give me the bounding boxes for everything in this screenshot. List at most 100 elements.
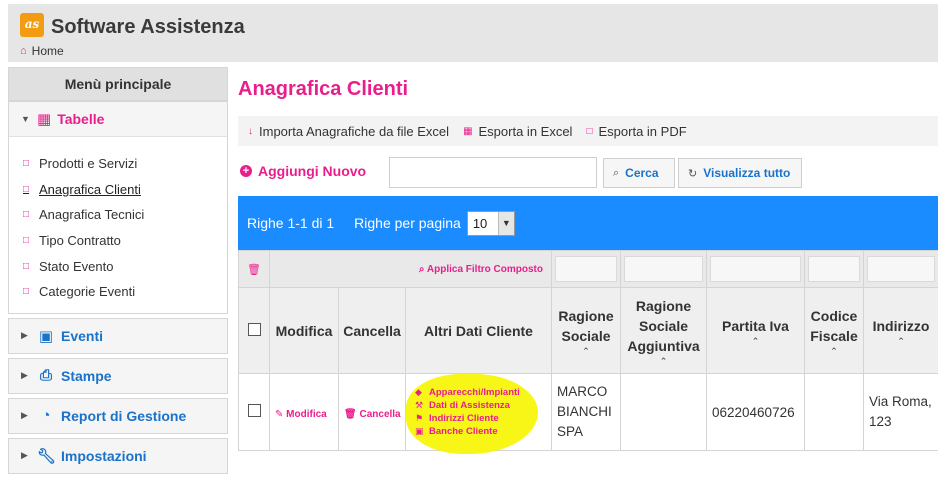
sidebar-group-stampe[interactable]: ▶ ⎙ Stampe — [8, 357, 228, 394]
sidebar-group-tabelle: ▼ ▦ Tabelle □ Prodotti e Servizi □ Anagraf… — [8, 101, 228, 314]
filter-ragione-sociale[interactable] — [555, 256, 617, 282]
delete-button[interactable]: 🗑︎ Cancella — [344, 409, 401, 420]
add-new-button[interactable]: + Aggiungi Nuovo — [240, 163, 366, 179]
link-label: Apparecchi/Impianti — [429, 387, 520, 398]
export-pdf-label: Esporta in PDF — [598, 123, 687, 139]
sidebar-group-eventi[interactable]: ▶ ▣ Eventi — [8, 317, 228, 354]
sort-icon: ⌃ — [751, 335, 760, 346]
filter-cell — [620, 250, 707, 288]
document-icon: □ — [23, 209, 30, 221]
document-icon: □ — [23, 260, 30, 272]
import-excel-link[interactable]: ↓ Importa Anagrafiche da file Excel — [248, 124, 449, 139]
edit-button[interactable]: ✎ Modifica — [275, 409, 327, 420]
sidebar-group-label: Stampe — [61, 367, 112, 384]
cell-partita-iva: 06220460726 — [706, 373, 805, 451]
sidebar-item-stato-evento[interactable]: □ Stato Evento — [23, 253, 227, 279]
filter-cell — [706, 250, 805, 288]
search-icon: ⌕ — [613, 166, 620, 179]
delete-label: Cancella — [359, 408, 401, 420]
edit-cell: ✎ Modifica — [269, 373, 339, 451]
filter-indirizzo[interactable] — [867, 256, 935, 282]
sidebar-title: Menù principale — [8, 67, 228, 101]
filter-partita-iva[interactable] — [710, 256, 801, 282]
trash-icon: 🗑︎ — [344, 408, 360, 420]
show-all-label: Visualizza tutto — [703, 166, 791, 180]
bank-icon: ▣ — [415, 426, 424, 436]
rows-per-page-select[interactable]: 10 ▼ — [466, 210, 515, 236]
column-label: Ragione Sociale — [558, 307, 614, 344]
rows-per-page-label: Righe per pagina — [354, 215, 461, 231]
link-apparecchi-impianti[interactable]: ◆ Apparecchi/Impianti — [415, 387, 546, 398]
row-checkbox[interactable] — [247, 404, 261, 417]
sidebar-group-report[interactable]: ▶ ◔ Report di Gestione — [8, 397, 228, 434]
export-excel-link[interactable]: ▦ Esporta in Excel — [463, 124, 572, 139]
column-header-ragione-aggiuntiva[interactable]: Ragione Sociale Aggiuntiva ⌃ — [620, 287, 707, 374]
excel-icon: ▦ — [463, 125, 473, 137]
row-select-cell — [238, 373, 270, 451]
app-title: Software Assistenza — [51, 16, 245, 38]
sidebar-item-prodotti-servizi[interactable]: □ Prodotti e Servizi — [23, 151, 227, 177]
refresh-icon: ↻ — [688, 167, 698, 180]
caret-right-icon: ▶ — [21, 330, 28, 341]
table-icon: ▦ — [37, 111, 52, 128]
sort-icon: ⌃ — [582, 345, 590, 356]
sidebar-group-impostazioni[interactable]: ▶ 🔧︎ Impostazioni — [8, 437, 228, 474]
sidebar-item-anagrafica-tecnici[interactable]: □ Anagrafica Tecnici — [23, 202, 227, 228]
sidebar-submenu: □ Prodotti e Servizi □ Anagrafica Clienti … — [9, 136, 227, 313]
filter-search-icon: ⌕ — [418, 263, 427, 275]
cell-ragione-sociale: MARCO BIANCHI SPA — [551, 373, 621, 451]
document-icon: □ — [23, 158, 30, 170]
caret-right-icon: ▶ — [21, 410, 28, 421]
column-header-partita-iva[interactable]: Partita Iva ⌃ — [706, 287, 805, 374]
printer-icon: ⎙ — [39, 367, 52, 385]
filter-ragione-aggiuntiva[interactable] — [624, 256, 703, 282]
sidebar-group-label: Report di Gestione — [61, 407, 187, 424]
pencil-icon: ✎ — [275, 408, 287, 420]
table-row: ✎ Modifica 🗑︎ Cancella ◆ Apparecchi/Impia… — [238, 373, 938, 454]
link-banche-cliente[interactable]: ▣ Banche Cliente — [415, 426, 546, 437]
home-icon: ⌂ — [20, 45, 27, 57]
wrench-icon: ⚒ — [415, 400, 424, 410]
filter-codice-fiscale[interactable] — [808, 256, 860, 282]
select-all-checkbox[interactable] — [247, 322, 261, 336]
link-label: Dati di Assistenza — [429, 400, 510, 411]
app-header: as Software Assistenza ⌂ Home — [8, 4, 938, 62]
sidebar-group-label: Impostazioni — [61, 447, 147, 464]
caret-right-icon: ▶ — [21, 450, 28, 461]
download-icon: ↓ — [248, 125, 253, 137]
cell-codice-fiscale — [804, 373, 864, 451]
sidebar-item-anagrafica-clienti[interactable]: □ Anagrafica Clienti — [23, 177, 227, 203]
search-button[interactable]: ⌕ Cerca — [603, 158, 675, 188]
filter-cell — [863, 250, 938, 288]
column-header-codice-fiscale[interactable]: Codice Fiscale ⌃ — [804, 287, 864, 374]
chevron-down-icon: ▼ — [497, 211, 514, 235]
calendar-icon: ▣ — [38, 327, 54, 345]
sidebar-group-label: Eventi — [61, 327, 104, 344]
sidebar-item-label: Prodotti e Servizi — [39, 156, 138, 172]
sidebar-item-categorie-eventi[interactable]: □ Categorie Eventi — [23, 279, 227, 305]
pie-chart-icon: ◔ — [41, 407, 51, 425]
sidebar-item-label: Stato Evento — [39, 258, 114, 274]
column-label: Partita Iva — [722, 317, 789, 334]
apply-composite-filter-link[interactable]: ⌕ Applica Filtro Composto — [269, 250, 552, 288]
sidebar-item-tipo-contratto[interactable]: □ Tipo Contratto — [23, 228, 227, 254]
search-input[interactable] — [389, 157, 597, 188]
sort-icon: ⌃ — [659, 355, 668, 366]
export-pdf-link[interactable]: □ Esporta in PDF — [586, 124, 686, 139]
column-header-indirizzo[interactable]: Indirizzo ⌃ — [863, 287, 938, 374]
link-dati-assistenza[interactable]: ⚒ Dati di Assistenza — [415, 400, 546, 411]
page-title: Anagrafica Clienti — [238, 78, 409, 100]
column-header-altri-dati: Altri Dati Cliente — [405, 287, 552, 374]
link-indirizzi-cliente[interactable]: ⚑ Indirizzi Cliente — [415, 413, 546, 424]
column-header-ragione-sociale[interactable]: Ragione Sociale ⌃ — [551, 287, 621, 374]
breadcrumb-home[interactable]: Home — [32, 44, 64, 58]
edit-label: Modifica — [286, 408, 327, 420]
import-label: Importa Anagrafiche da file Excel — [259, 123, 450, 139]
sidebar-item-label: Tipo Contratto — [39, 233, 121, 249]
clear-filter-trash-icon[interactable]: 🗑︎ — [238, 250, 270, 288]
show-all-button[interactable]: ↻ Visualizza tutto — [678, 158, 802, 188]
sidebar-group-tabelle-toggle[interactable]: ▼ ▦ Tabelle — [9, 102, 227, 136]
search-button-label: Cerca — [625, 166, 659, 180]
column-header-modifica: Modifica — [269, 287, 339, 374]
sidebar: Menù principale ▼ ▦ Tabelle □ Prodotti e … — [8, 67, 228, 474]
